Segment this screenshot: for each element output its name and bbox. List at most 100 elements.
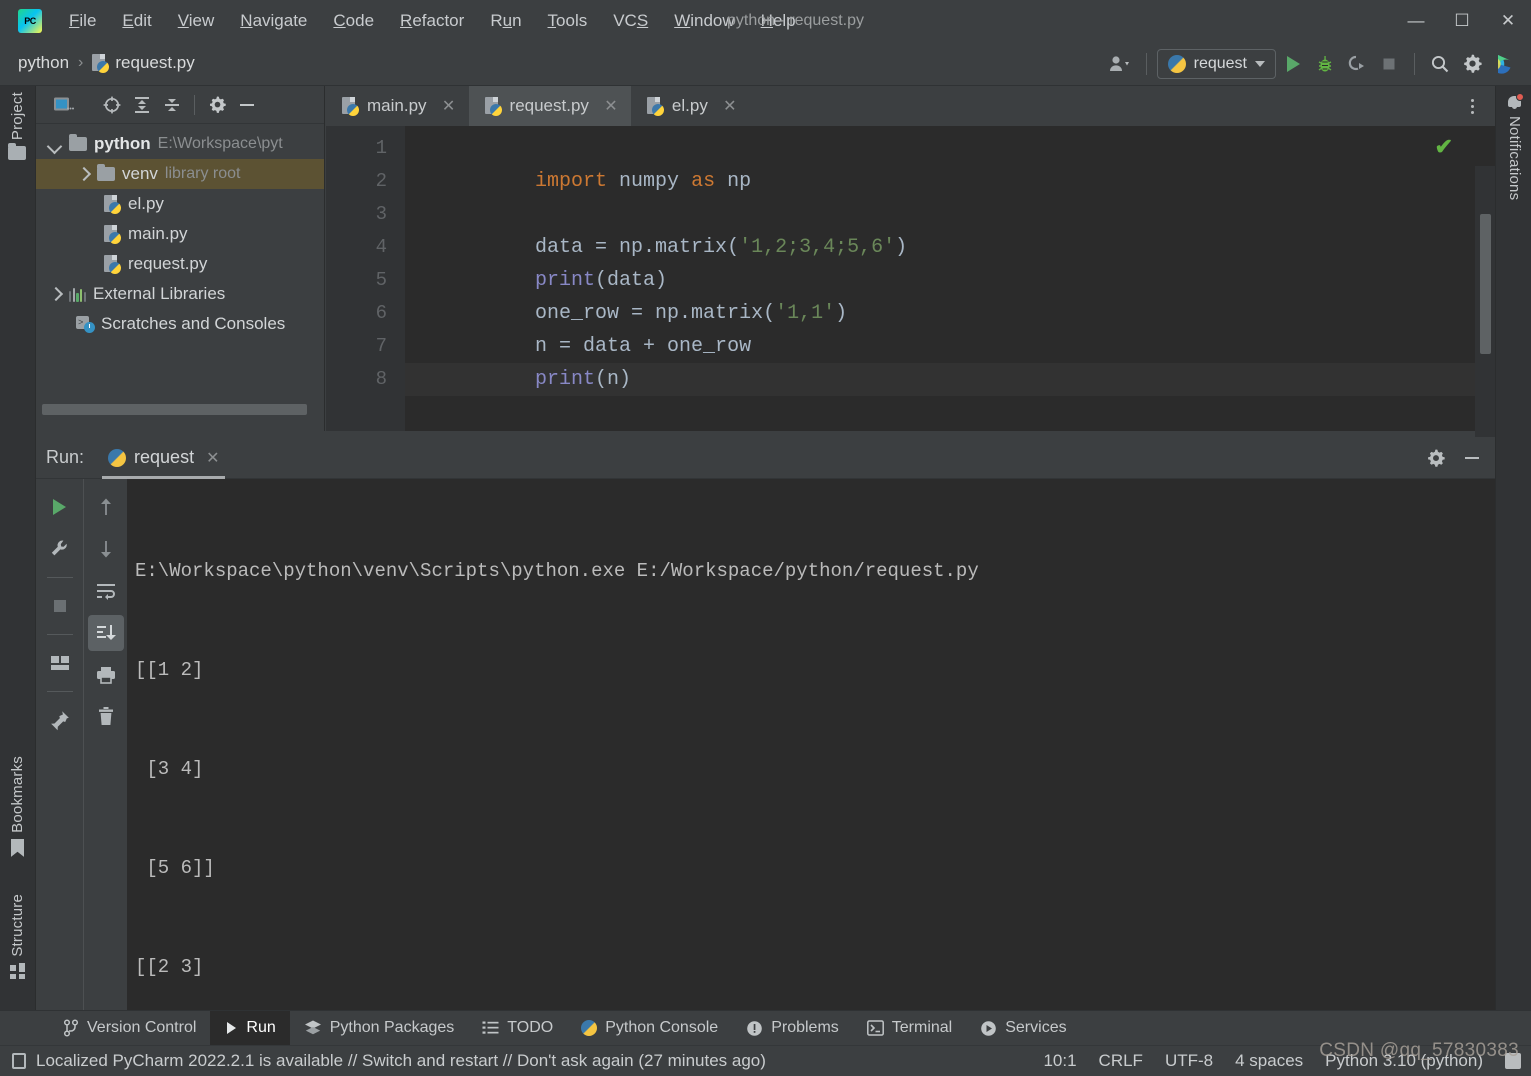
project-panel-horizontal-scrollbar[interactable] xyxy=(42,404,307,415)
python-file-icon xyxy=(342,96,359,116)
select-opened-file-button[interactable] xyxy=(98,91,126,119)
menu-run[interactable]: Run xyxy=(477,8,534,34)
settings-button[interactable] xyxy=(1457,49,1487,79)
editor-tab-request-py[interactable]: request.py ✕ xyxy=(468,86,631,126)
stop-button[interactable] xyxy=(1374,49,1404,79)
editor-tab-el-py[interactable]: el.py ✕ xyxy=(631,86,750,126)
notification-icon[interactable] xyxy=(12,1053,26,1069)
rerun-button[interactable] xyxy=(42,489,78,525)
close-button[interactable]: ✕ xyxy=(1485,0,1531,41)
menu-navigate[interactable]: Navigate xyxy=(227,8,320,34)
chevron-right-icon[interactable] xyxy=(48,287,62,301)
caret-position[interactable]: 10:1 xyxy=(1043,1051,1076,1071)
status-message[interactable]: Localized PyCharm 2022.2.1 is available … xyxy=(36,1051,766,1071)
run-settings-button[interactable] xyxy=(1421,443,1451,473)
maximize-button[interactable]: ☐ xyxy=(1439,0,1485,41)
tool-button-version-control[interactable]: Version Control xyxy=(49,1011,210,1046)
minimize-button[interactable]: — xyxy=(1393,0,1439,41)
close-icon[interactable]: ✕ xyxy=(206,448,219,468)
expand-all-button[interactable] xyxy=(128,91,156,119)
rail-item-structure[interactable]: Structure xyxy=(9,894,26,979)
editor-tab-main-py[interactable]: main.py ✕ xyxy=(326,86,469,126)
code-line-1[interactable]: import numpy as np xyxy=(405,132,1495,193)
run-tab-request[interactable]: request ✕ xyxy=(98,437,229,479)
menu-code[interactable]: Code xyxy=(320,8,387,34)
tree-item-el-py[interactable]: el.py xyxy=(36,189,324,219)
editor-tabs-more-button[interactable] xyxy=(1459,86,1485,126)
tool-button-python-packages[interactable]: Python Packages xyxy=(290,1011,469,1046)
run-panel-body: E:\Workspace\python\venv\Scripts\python.… xyxy=(36,479,1495,1010)
chevron-down-icon xyxy=(1255,60,1265,67)
code-line-3[interactable]: data = np.matrix('1,2;3,4;5,6') xyxy=(405,198,1495,259)
run-with-coverage-button[interactable] xyxy=(1342,49,1372,79)
chevron-down-icon[interactable] xyxy=(48,137,62,151)
editor-vertical-scrollbar[interactable] xyxy=(1480,214,1491,354)
indent-setting[interactable]: 4 spaces xyxy=(1235,1051,1303,1071)
rail-item-notifications[interactable]: Notifications xyxy=(1506,93,1524,200)
close-icon[interactable]: ✕ xyxy=(441,96,457,116)
run-configuration-selector[interactable]: request xyxy=(1156,48,1276,79)
python-icon xyxy=(1167,54,1186,73)
tool-button-problems[interactable]: Problems xyxy=(732,1011,853,1046)
debug-button[interactable] xyxy=(1310,49,1340,79)
tool-button-todo[interactable]: TODO xyxy=(468,1011,567,1046)
edit-configuration-button[interactable] xyxy=(42,531,78,567)
stop-button[interactable] xyxy=(42,588,78,624)
tree-item-request-py[interactable]: request.py xyxy=(36,249,324,279)
pin-icon xyxy=(50,711,69,731)
code-token: one_row = np.matrix( xyxy=(535,302,776,325)
menu-vcs[interactable]: VCS xyxy=(600,8,661,34)
line-separator[interactable]: CRLF xyxy=(1099,1051,1143,1071)
layout-settings-button[interactable] xyxy=(42,645,78,681)
pin-tab-button[interactable] xyxy=(42,702,78,738)
rail-item-bookmarks[interactable]: Bookmarks xyxy=(9,756,26,857)
file-encoding[interactable]: UTF-8 xyxy=(1165,1051,1213,1071)
lock-icon[interactable] xyxy=(1505,1053,1521,1069)
hide-project-panel-button[interactable] xyxy=(233,91,261,119)
python-file-icon xyxy=(104,194,121,214)
tool-button-services[interactable]: Services xyxy=(966,1011,1080,1046)
tree-item-main-py[interactable]: main.py xyxy=(36,219,324,249)
tool-button-terminal[interactable]: Terminal xyxy=(853,1011,966,1046)
menu-tools[interactable]: Tools xyxy=(535,8,601,34)
code-token: ) xyxy=(895,236,908,259)
tool-button-label: TODO xyxy=(507,1019,554,1036)
inspection-status-icon[interactable]: ✔ xyxy=(1435,134,1453,160)
user-account-button[interactable] xyxy=(1106,49,1136,79)
close-icon[interactable]: ✕ xyxy=(722,96,738,116)
close-icon[interactable]: ✕ xyxy=(603,96,619,116)
tool-button-python-console[interactable]: Python Console xyxy=(567,1011,732,1046)
tree-item-venv[interactable]: venv library root xyxy=(36,159,324,189)
menu-edit[interactable]: Edit xyxy=(109,8,164,34)
run-button[interactable] xyxy=(1278,49,1308,79)
python-interpreter[interactable]: Python 3.10 (python) xyxy=(1325,1051,1483,1071)
run-console-output[interactable]: E:\Workspace\python\venv\Scripts\python.… xyxy=(127,479,1495,1010)
project-settings-button[interactable] xyxy=(203,91,231,119)
menu-refactor[interactable]: Refactor xyxy=(387,8,477,34)
tree-item-python[interactable]: python E:\Workspace\pyt xyxy=(36,129,324,159)
clear-all-button[interactable] xyxy=(88,699,124,735)
tool-button-run[interactable]: Run xyxy=(210,1010,290,1046)
print-button[interactable] xyxy=(88,657,124,693)
code-text[interactable]: import numpy as np data = np.matrix('1,2… xyxy=(405,126,1495,431)
menu-help[interactable]: Help xyxy=(748,8,809,34)
menu-file[interactable]: File xyxy=(56,8,109,34)
rail-item-project[interactable]: Project xyxy=(8,92,26,161)
tree-item-external-libraries[interactable]: External Libraries xyxy=(36,279,324,309)
rail-label-bookmarks: Bookmarks xyxy=(9,756,26,833)
hide-run-panel-button[interactable] xyxy=(1457,443,1487,473)
search-everywhere-button[interactable] xyxy=(1425,49,1455,79)
up-the-stack-button[interactable] xyxy=(88,489,124,525)
breadcrumb-file[interactable]: request.py xyxy=(92,53,195,73)
breadcrumb-project[interactable]: python xyxy=(18,53,69,73)
ide-feature-button[interactable] xyxy=(1489,49,1519,79)
menu-window[interactable]: Window xyxy=(661,8,747,34)
tree-item-scratches-and-consoles[interactable]: > Scratches and Consoles xyxy=(36,309,324,339)
soft-wrap-button[interactable] xyxy=(88,573,124,609)
chevron-right-icon[interactable] xyxy=(76,167,90,181)
down-the-stack-button[interactable] xyxy=(88,531,124,567)
menu-view[interactable]: View xyxy=(165,8,228,34)
collapse-all-button[interactable] xyxy=(158,91,186,119)
project-view-selector-button[interactable] xyxy=(50,91,78,119)
scroll-to-end-button[interactable] xyxy=(87,615,124,651)
